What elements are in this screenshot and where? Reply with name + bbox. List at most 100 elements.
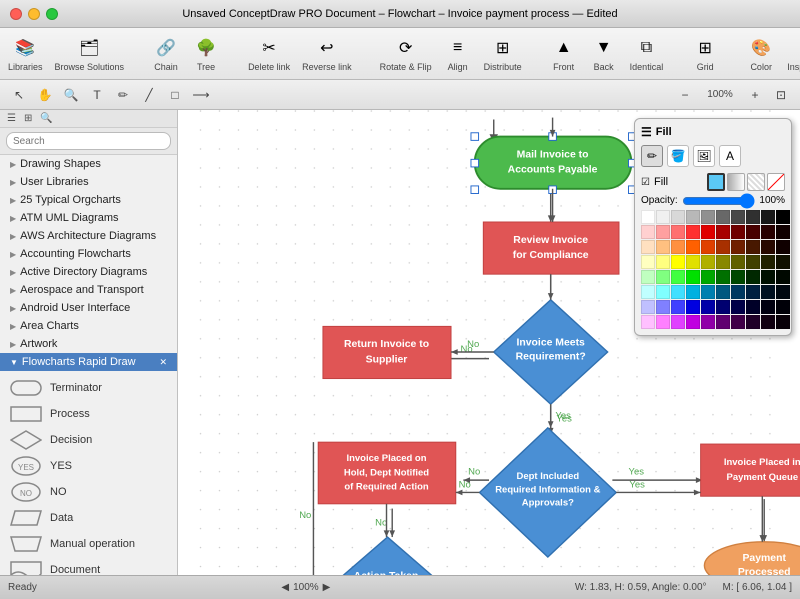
delete-link-button[interactable]: ✂ Delete link	[248, 36, 290, 72]
shape-no[interactable]: NO NO	[4, 479, 173, 505]
sidebar-list-view[interactable]: ☰	[4, 112, 19, 125]
color-cell[interactable]	[701, 210, 715, 224]
color-cell[interactable]	[761, 240, 775, 254]
canvas-area[interactable]: No Yes No Yes No Yes	[178, 110, 800, 575]
color-cell[interactable]	[671, 285, 685, 299]
node-review-invoice[interactable]: Review Invoice for Compliance	[483, 222, 619, 274]
color-cell[interactable]	[641, 315, 655, 329]
pencil-tab[interactable]: ✏	[641, 145, 663, 167]
zoom-out-btn[interactable]: −	[674, 84, 696, 106]
color-cell[interactable]	[701, 270, 715, 284]
sidebar-search-toggle[interactable]: 🔍	[37, 112, 55, 125]
color-gradient-box[interactable]	[727, 173, 745, 191]
color-cell[interactable]	[671, 270, 685, 284]
color-cell[interactable]	[686, 210, 700, 224]
opacity-slider[interactable]	[682, 197, 756, 205]
text-tab[interactable]: A	[719, 145, 741, 167]
color-cell[interactable]	[776, 240, 790, 254]
grid-button[interactable]: ⊞ Grid	[691, 36, 719, 72]
image-tab[interactable]: 🖼	[693, 145, 715, 167]
rotate-flip-button[interactable]: ⟳ Rotate & Flip	[380, 36, 432, 72]
zoom-level[interactable]: 100%	[700, 84, 740, 106]
inspectors-button[interactable]: ℹ Inspectors	[787, 36, 800, 72]
shape-manual-operation[interactable]: Manual operation	[4, 531, 173, 557]
color-cell[interactable]	[686, 315, 700, 329]
color-cell[interactable]	[761, 315, 775, 329]
sidebar-item-close-icon[interactable]: ✕	[159, 357, 167, 368]
sidebar-item-drawing-shapes[interactable]: ▶ Drawing Shapes	[0, 155, 177, 173]
sidebar-item-aerospace[interactable]: ▶ Aerospace and Transport	[0, 281, 177, 299]
shape-process[interactable]: Process	[4, 401, 173, 427]
fit-btn[interactable]: ⊡	[770, 84, 792, 106]
color-cell[interactable]	[746, 315, 760, 329]
sidebar-item-flowcharts-rapid-draw[interactable]: ▼ Flowcharts Rapid Draw ✕	[0, 353, 177, 371]
shape-document[interactable]: Document	[4, 557, 173, 575]
color-cell[interactable]	[686, 225, 700, 239]
color-cell[interactable]	[671, 240, 685, 254]
color-cell[interactable]	[671, 225, 685, 239]
color-cell[interactable]	[776, 285, 790, 299]
sidebar-item-active-directory[interactable]: ▶ Active Directory Diagrams	[0, 263, 177, 281]
distribute-button[interactable]: ⊞ Distribute	[484, 36, 522, 72]
node-invoice-hold[interactable]: Invoice Placed on Hold, Dept Notified of…	[318, 442, 456, 504]
shape-data[interactable]: Data	[4, 505, 173, 531]
color-cell[interactable]	[686, 285, 700, 299]
maximize-button[interactable]	[46, 8, 58, 20]
color-cell[interactable]	[701, 225, 715, 239]
color-cell[interactable]	[656, 270, 670, 284]
shape-decision[interactable]: Decision	[4, 427, 173, 453]
color-cell[interactable]	[761, 255, 775, 269]
color-cell[interactable]	[746, 270, 760, 284]
color-cell[interactable]	[656, 285, 670, 299]
color-cell[interactable]	[701, 285, 715, 299]
color-cell[interactable]	[656, 225, 670, 239]
color-cell[interactable]	[686, 300, 700, 314]
sidebar-item-orgcharts[interactable]: ▶ 25 Typical Orgcharts	[0, 191, 177, 209]
bucket-tab[interactable]: 🪣	[667, 145, 689, 167]
color-none-box[interactable]	[767, 173, 785, 191]
color-pattern-box[interactable]	[747, 173, 765, 191]
color-cell[interactable]	[731, 240, 745, 254]
sidebar-item-area-charts[interactable]: ▶ Area Charts	[0, 317, 177, 335]
reverse-link-button[interactable]: ↩ Reverse link	[302, 36, 352, 72]
window-controls[interactable]	[10, 8, 58, 20]
color-cell[interactable]	[716, 255, 730, 269]
color-cell[interactable]	[641, 300, 655, 314]
color-cell[interactable]	[731, 225, 745, 239]
sidebar-item-aws[interactable]: ▶ AWS Architecture Diagrams	[0, 227, 177, 245]
color-cell[interactable]	[716, 315, 730, 329]
sidebar-item-user-libraries[interactable]: ▶ User Libraries	[0, 173, 177, 191]
color-cell[interactable]	[746, 240, 760, 254]
color-cell[interactable]	[761, 210, 775, 224]
front-button[interactable]: ▲ Front	[550, 36, 578, 72]
color-cell[interactable]	[656, 240, 670, 254]
color-cell[interactable]	[731, 300, 745, 314]
color-cell[interactable]	[746, 285, 760, 299]
back-button[interactable]: ▼ Back	[590, 36, 618, 72]
zoom-in-btn[interactable]: +	[744, 84, 766, 106]
color-cell[interactable]	[776, 210, 790, 224]
hand-tool[interactable]: ✋	[34, 84, 56, 106]
sidebar-item-accounting[interactable]: ▶ Accounting Flowcharts	[0, 245, 177, 263]
libraries-button[interactable]: 📚 Libraries	[8, 36, 43, 72]
color-cell[interactable]	[746, 225, 760, 239]
align-button[interactable]: ≡ Align	[444, 36, 472, 72]
color-cell[interactable]	[761, 270, 775, 284]
color-cell[interactable]	[716, 210, 730, 224]
color-cell[interactable]	[686, 270, 700, 284]
node-return-invoice[interactable]: Return Invoice to Supplier	[323, 326, 451, 378]
chain-button[interactable]: 🔗 Chain	[152, 36, 180, 72]
color-cell[interactable]	[671, 255, 685, 269]
tree-button[interactable]: 🌳 Tree	[192, 36, 220, 72]
shape-terminator[interactable]: Terminator	[4, 375, 173, 401]
color-cell[interactable]	[701, 240, 715, 254]
color-cell[interactable]	[686, 240, 700, 254]
sidebar-grid-view[interactable]: ⊞	[21, 112, 35, 125]
color-cell[interactable]	[761, 300, 775, 314]
color-cell[interactable]	[641, 240, 655, 254]
color-cell[interactable]	[656, 300, 670, 314]
color-cell[interactable]	[731, 315, 745, 329]
shape-yes[interactable]: YES YES	[4, 453, 173, 479]
color-cell[interactable]	[641, 210, 655, 224]
zoom-tool[interactable]: 🔍	[60, 84, 82, 106]
